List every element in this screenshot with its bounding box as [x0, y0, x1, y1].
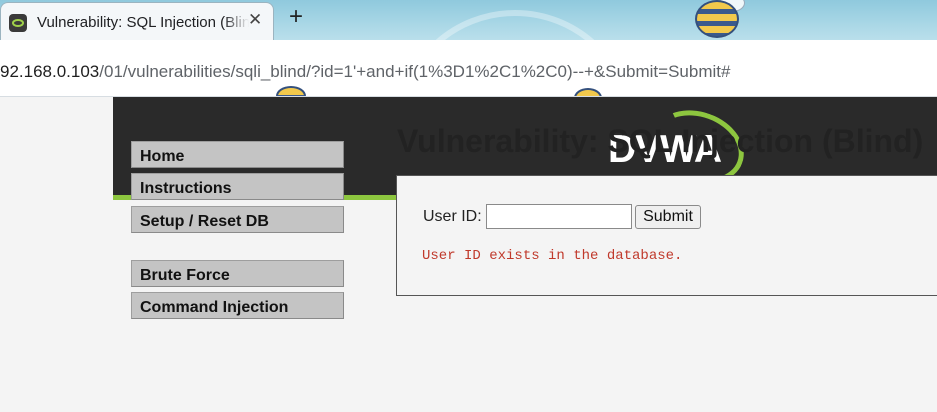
vulnerability-form-box: User ID: Submit User ID exists in the da… [396, 175, 937, 296]
user-id-label: User ID: [423, 208, 482, 225]
user-id-input[interactable] [486, 204, 632, 229]
page-margin [0, 97, 113, 412]
new-tab-button[interactable]: + [289, 3, 303, 31]
menu-item-command-injection[interactable]: Command Injection [131, 292, 344, 319]
close-tab-icon[interactable]: ✕ [248, 10, 262, 30]
tab-title: Vulnerability: SQL Injection (Blind) [37, 14, 249, 31]
address-bar[interactable]: 92.168.0.103/01/vulnerabilities/sqli_bli… [0, 40, 937, 97]
browser-tab-active[interactable]: Vulnerability: SQL Injection (Blind) ✕ [0, 2, 274, 40]
browser-tab-strip: Vulnerability: SQL Injection (Blind) ✕ + [0, 0, 937, 40]
page-title: Vulnerability: SQL Injection (Blind) [397, 123, 924, 159]
url-path: /01/vulnerabilities/sqli_blind/?id=1'+an… [99, 62, 731, 81]
menu-item-brute-force[interactable]: Brute Force [131, 260, 344, 287]
menu-item-home[interactable]: Home [131, 141, 344, 168]
result-message: User ID exists in the database. [422, 248, 683, 264]
background-decoration [395, 10, 635, 40]
url-host: 92.168.0.103 [0, 62, 100, 81]
bee-decoration-icon [683, 0, 753, 40]
url-text[interactable]: 92.168.0.103/01/vulnerabilities/sqli_bli… [0, 62, 730, 82]
menu-item-setup-reset-db[interactable]: Setup / Reset DB [131, 206, 344, 233]
submit-button[interactable]: Submit [635, 205, 701, 229]
menu-item-instructions[interactable]: Instructions [131, 173, 344, 200]
dvwa-favicon-icon [9, 13, 27, 32]
